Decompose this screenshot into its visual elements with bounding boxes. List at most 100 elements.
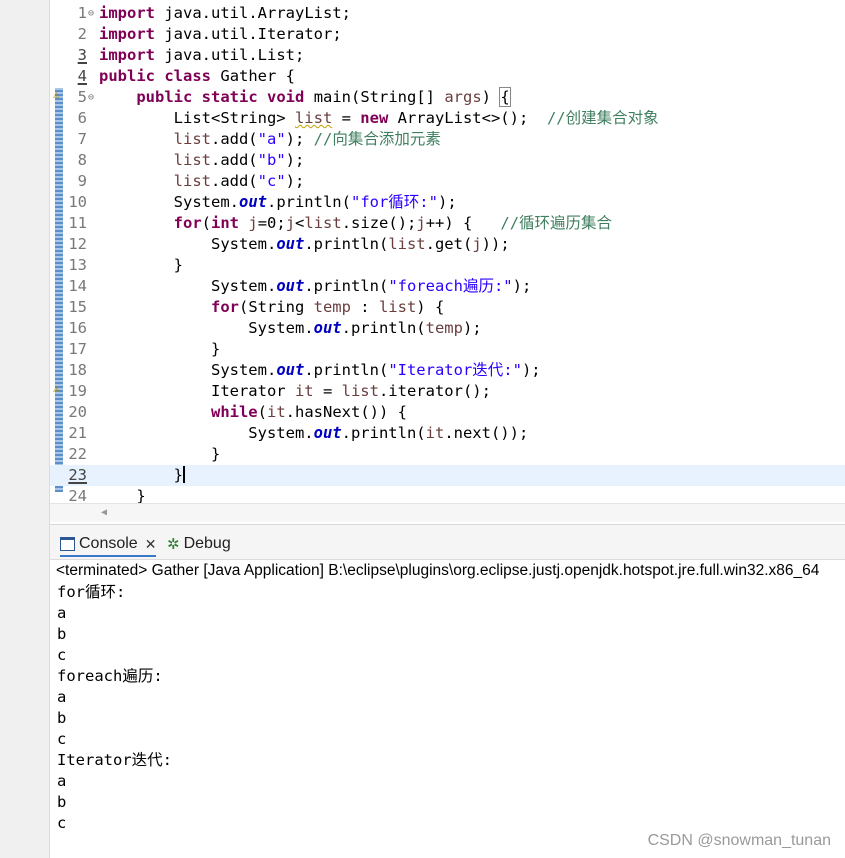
code-line[interactable]: 10 System.out.println("for循环:"); [50, 192, 845, 213]
code-token: it [425, 424, 445, 442]
code-token: while [210, 403, 258, 421]
line-number: 21 [68, 424, 87, 442]
code-token: //向集合添加元素 [313, 130, 441, 148]
code-line[interactable]: 22 } [50, 444, 845, 465]
code-token: j [248, 214, 258, 232]
code-line[interactable]: 8 list.add("b"); [50, 150, 845, 171]
code-line[interactable]: 2 import java.util.Iterator; [50, 24, 845, 45]
code-token: ) { [416, 298, 445, 316]
console-output-line: b [57, 793, 67, 811]
code-line[interactable]: 11 for(int j=0;j<list.size();j++) { //循环… [50, 213, 845, 234]
line-number: 18 [68, 361, 87, 379]
code-line[interactable]: 14 System.out.println("foreach遍历:"); [50, 276, 845, 297]
code-line[interactable]: 3 import java.util.List; [50, 45, 845, 66]
code-token: main(String[] [313, 88, 445, 106]
code-token: list [173, 172, 211, 190]
code-token: args [444, 88, 482, 106]
code-token: System. [99, 277, 277, 295]
line-number: 10 [68, 193, 87, 211]
code-token: .add( [210, 130, 258, 148]
code-token: < [295, 214, 305, 232]
code-token: ); [285, 151, 305, 169]
code-editor[interactable]: 1 ⊖ import java.util.ArrayList; 2 import jav… [50, 0, 845, 523]
code-token: //循环遍历集合 [500, 214, 613, 232]
code-line[interactable]: ⚠ 19 Iterator it = list.iterator(); [50, 381, 845, 402]
code-token: public [136, 88, 193, 106]
line-number: 16 [68, 319, 87, 337]
code-token: .println( [304, 235, 389, 253]
horizontal-scrollbar[interactable]: ◀ [50, 503, 845, 522]
close-icon[interactable]: ✕ [145, 536, 157, 553]
tab-console[interactable]: Console ✕ [60, 535, 157, 557]
code-token: } [99, 340, 221, 358]
code-token: "for循环:" [350, 193, 438, 211]
code-line[interactable]: 7 list.add("a"); //向集合添加元素 [50, 129, 845, 150]
code-token: .add( [210, 151, 258, 169]
code-line[interactable]: 15 for(String temp : list) { [50, 297, 845, 318]
code-token: Iterator [99, 382, 295, 400]
code-line[interactable]: 20 while(it.hasNext()) { [50, 402, 845, 423]
code-token: list [294, 109, 333, 127]
console-output-line: foreach遍历: [57, 667, 163, 685]
console-output-line: c [57, 730, 67, 748]
console-output-line: a [57, 688, 67, 706]
code-token: int [211, 214, 239, 232]
fold-toggle-icon[interactable]: ⊖ [88, 87, 94, 108]
console-output-line: for循环: [57, 583, 126, 601]
code-line[interactable]: 23 } [50, 465, 845, 486]
code-line[interactable]: 12 System.out.println(list.get(j)); [50, 234, 845, 255]
code-token: j [285, 214, 296, 232]
fold-toggle-icon[interactable]: ⊖ [88, 3, 94, 24]
code-token: } [99, 256, 183, 274]
code-line[interactable]: 4 public class Gather { [50, 66, 845, 87]
code-token: list [173, 151, 211, 169]
code-token: .add( [210, 172, 258, 190]
code-line[interactable]: 17 } [50, 339, 845, 360]
line-number: 13 [68, 256, 87, 274]
code-token: System. [99, 424, 314, 442]
code-line[interactable]: 1 ⊖ import java.util.ArrayList; [50, 3, 845, 24]
code-token: ); [437, 193, 457, 211]
line-number: 23 [68, 466, 87, 484]
code-token: .println( [341, 424, 426, 442]
code-text: list.add("a"); //向集合添加元素 [99, 129, 441, 150]
code-line[interactable]: ⚠ 5 ⊖ public static void main(String[] arg… [50, 87, 845, 108]
scroll-left-icon[interactable]: ◀ [101, 507, 107, 518]
code-token: ( [201, 214, 211, 232]
code-token: } [99, 445, 221, 463]
code-text: System.out.println("foreach遍历:"); [99, 276, 531, 297]
code-line[interactable]: 18 System.out.println("Iterator迭代:"); [50, 360, 845, 381]
tab-debug[interactable]: ✲ Debug [167, 535, 231, 553]
code-token: ++) { [425, 214, 501, 232]
code-line[interactable]: 21 System.out.println(it.next()); [50, 423, 845, 444]
line-number: 8 [77, 151, 87, 169]
code-token: java.util.Iterator; [164, 25, 342, 43]
tab-debug-label: Debug [183, 535, 231, 552]
code-token: .println( [341, 319, 426, 337]
code-line[interactable]: 6 List<String> list = new ArrayList<>();… [50, 108, 845, 129]
code-text: } [99, 339, 220, 360]
code-token: out [313, 424, 342, 442]
bottom-panel-tabs: Console ✕ ✲ Debug [50, 524, 845, 561]
code-line[interactable]: 16 System.out.println(temp); [50, 318, 845, 339]
code-token: =0; [257, 214, 286, 232]
code-token: (String [238, 298, 314, 316]
code-token: list [388, 235, 426, 253]
code-token: .iterator(); [378, 382, 491, 400]
code-line[interactable]: 9 list.add("c"); [50, 171, 845, 192]
code-token: System. [99, 235, 277, 253]
code-token: .println( [266, 193, 351, 211]
text-caret [183, 466, 185, 483]
console-output[interactable]: for循环: a b c foreach遍历: a b c Iterator迭代: a b c CSD… [50, 582, 845, 858]
console-output-line: a [57, 604, 67, 622]
code-token: = [313, 382, 342, 400]
watermark: CSDN @snowman_tunan [647, 832, 831, 849]
code-text: for(String temp : list) { [99, 297, 444, 318]
line-number: 1 [77, 4, 87, 22]
code-line[interactable]: 13 } [50, 255, 845, 276]
code-token: temp [425, 319, 463, 337]
